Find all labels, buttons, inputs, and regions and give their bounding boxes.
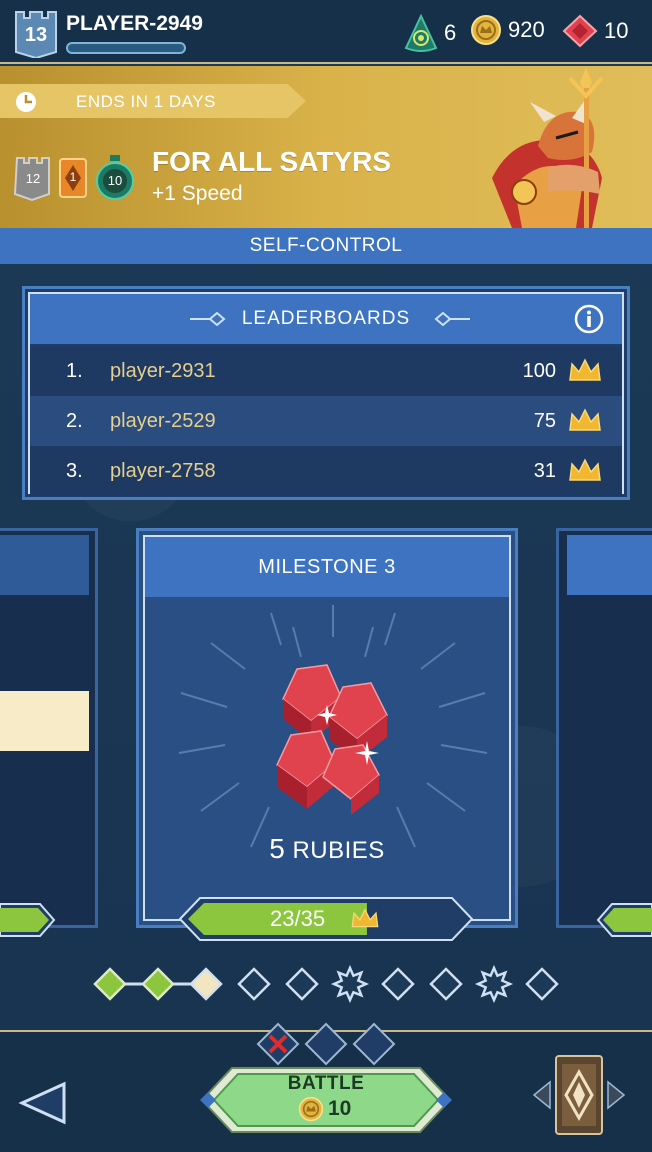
crown-icon: [569, 408, 601, 431]
leaderboard-player-name: player-2529: [110, 409, 216, 432]
milestone-card[interactable]: MILESTONE 3 5 RUBIES: [136, 528, 518, 928]
previous-card-highlight: [0, 691, 89, 751]
milestone-dot[interactable]: [285, 967, 319, 1001]
info-icon[interactable]: [574, 304, 604, 334]
milestone-dot[interactable]: [330, 964, 370, 1004]
event-title: FOR ALL SATYRS: [152, 146, 392, 177]
ruby-counter[interactable]: 10: [562, 14, 628, 48]
player-level: 13: [24, 24, 48, 46]
leaderboard-header: LEADERBOARDS: [30, 294, 622, 344]
progress-bar: [178, 897, 474, 941]
deck-button[interactable]: [532, 1052, 626, 1138]
milestone-body: 5 RUBIES: [145, 597, 509, 919]
mana-value: 6: [444, 20, 457, 45]
milestone-reward: 5 RUBIES: [145, 833, 509, 865]
milestone-progress: 23/35: [178, 896, 474, 942]
leaderboard-rank: 1.: [66, 359, 83, 382]
milestone-dot[interactable]: [237, 967, 271, 1001]
ruby-icon: [562, 14, 598, 48]
leaderboard-title: LEADERBOARDS: [241, 308, 411, 329]
locked-modifier-icon: [256, 1022, 300, 1066]
card-level-value: 1: [69, 170, 77, 184]
milestone-frame: MILESTONE 3 5 RUBIES: [143, 535, 511, 921]
player-level-badge[interactable]: 13: [12, 6, 60, 60]
milestone-dot[interactable]: [429, 967, 463, 1001]
leaderboard-rank: 3.: [66, 459, 83, 482]
leaderboard-score: 75: [533, 409, 556, 432]
leaderboard-row[interactable]: 2. player-2529 75: [30, 396, 622, 446]
leaderboard-rank: 2.: [66, 409, 83, 432]
event-requirements: 12 1 10: [13, 154, 136, 202]
gold-coin-icon: [471, 15, 501, 45]
leaderboard-player-name: player-2758: [110, 459, 216, 482]
reward-count: 5: [269, 833, 286, 864]
card-requirement: 1: [58, 157, 88, 199]
mana-counter[interactable]: 6: [404, 14, 456, 52]
milestone-track: [93, 964, 559, 1004]
header-ornament-right: [434, 312, 470, 326]
ruby-stack-icon: [276, 664, 388, 815]
next-milestone-card[interactable]: [556, 528, 652, 928]
progress-text: 23/35: [270, 906, 326, 931]
crown-icon: [351, 908, 379, 928]
next-card-header: [567, 535, 652, 595]
timer-requirement: 10: [94, 155, 136, 201]
tower-requirement: 12: [13, 154, 52, 202]
back-button[interactable]: [18, 1080, 70, 1126]
event-section-label: SELF-CONTROL: [0, 228, 652, 264]
event-subtitle: +1 Speed: [152, 182, 243, 205]
leaderboard-score: 100: [522, 359, 556, 382]
event-timer-label: ENDS IN 1 DAYS: [76, 92, 216, 111]
leaderboard-player-name: player-2931: [110, 359, 216, 382]
player-name[interactable]: PLAYER-2949: [66, 12, 203, 36]
gold-counter[interactable]: 920: [470, 14, 545, 46]
ruby-value: 10: [604, 18, 629, 43]
satyr-hero-art: [492, 68, 604, 228]
timer-value: 10: [107, 173, 123, 188]
tower-level-value: 12: [25, 171, 41, 186]
reward-label: RUBIES: [292, 837, 385, 864]
leaderboard-row[interactable]: 1. player-2931 100: [30, 346, 622, 396]
event-timer-ribbon: ENDS IN 1 DAYS: [0, 84, 306, 118]
battle-cost-value: 10: [328, 1097, 352, 1120]
event-banner[interactable]: ENDS IN 1 DAYS 12 1 10 FOR ALL SATYRS +1: [0, 66, 652, 228]
previous-milestone-card[interactable]: [0, 528, 98, 928]
leaderboard-row[interactable]: 3. player-2758 31: [30, 446, 622, 496]
next-card-progress: [596, 903, 652, 937]
top-bar: 13 PLAYER-2949 6 920 10: [0, 0, 652, 64]
battle-cost: 10: [298, 1096, 351, 1122]
previous-card-header: [0, 535, 89, 595]
mana-icon: [404, 14, 438, 52]
gold-coin-icon: [298, 1096, 324, 1122]
milestone-dot[interactable]: [93, 967, 127, 1001]
leaderboard-score: 31: [533, 459, 556, 482]
milestone-dot[interactable]: [525, 967, 559, 1001]
milestone-dot[interactable]: [189, 967, 223, 1001]
milestone-title: MILESTONE 3: [145, 537, 509, 597]
milestone-dot[interactable]: [381, 967, 415, 1001]
header-ornament-left: [190, 312, 226, 326]
clock-icon: [16, 92, 36, 112]
battle-modifiers: [256, 1022, 396, 1066]
leaderboard-panel: LEADERBOARDS 1. player-2931 100 2. playe…: [22, 286, 630, 500]
crown-icon: [569, 458, 601, 481]
xp-bar: [66, 42, 186, 54]
crown-icon: [569, 358, 601, 381]
battle-label: BATTLE: [287, 1073, 365, 1094]
previous-card-progress: [0, 903, 56, 937]
gold-value: 920: [508, 17, 545, 42]
milestone-dot[interactable]: [141, 967, 175, 1001]
milestone-dot[interactable]: [474, 964, 514, 1004]
leaderboard-frame: LEADERBOARDS 1. player-2931 100 2. playe…: [28, 292, 624, 496]
